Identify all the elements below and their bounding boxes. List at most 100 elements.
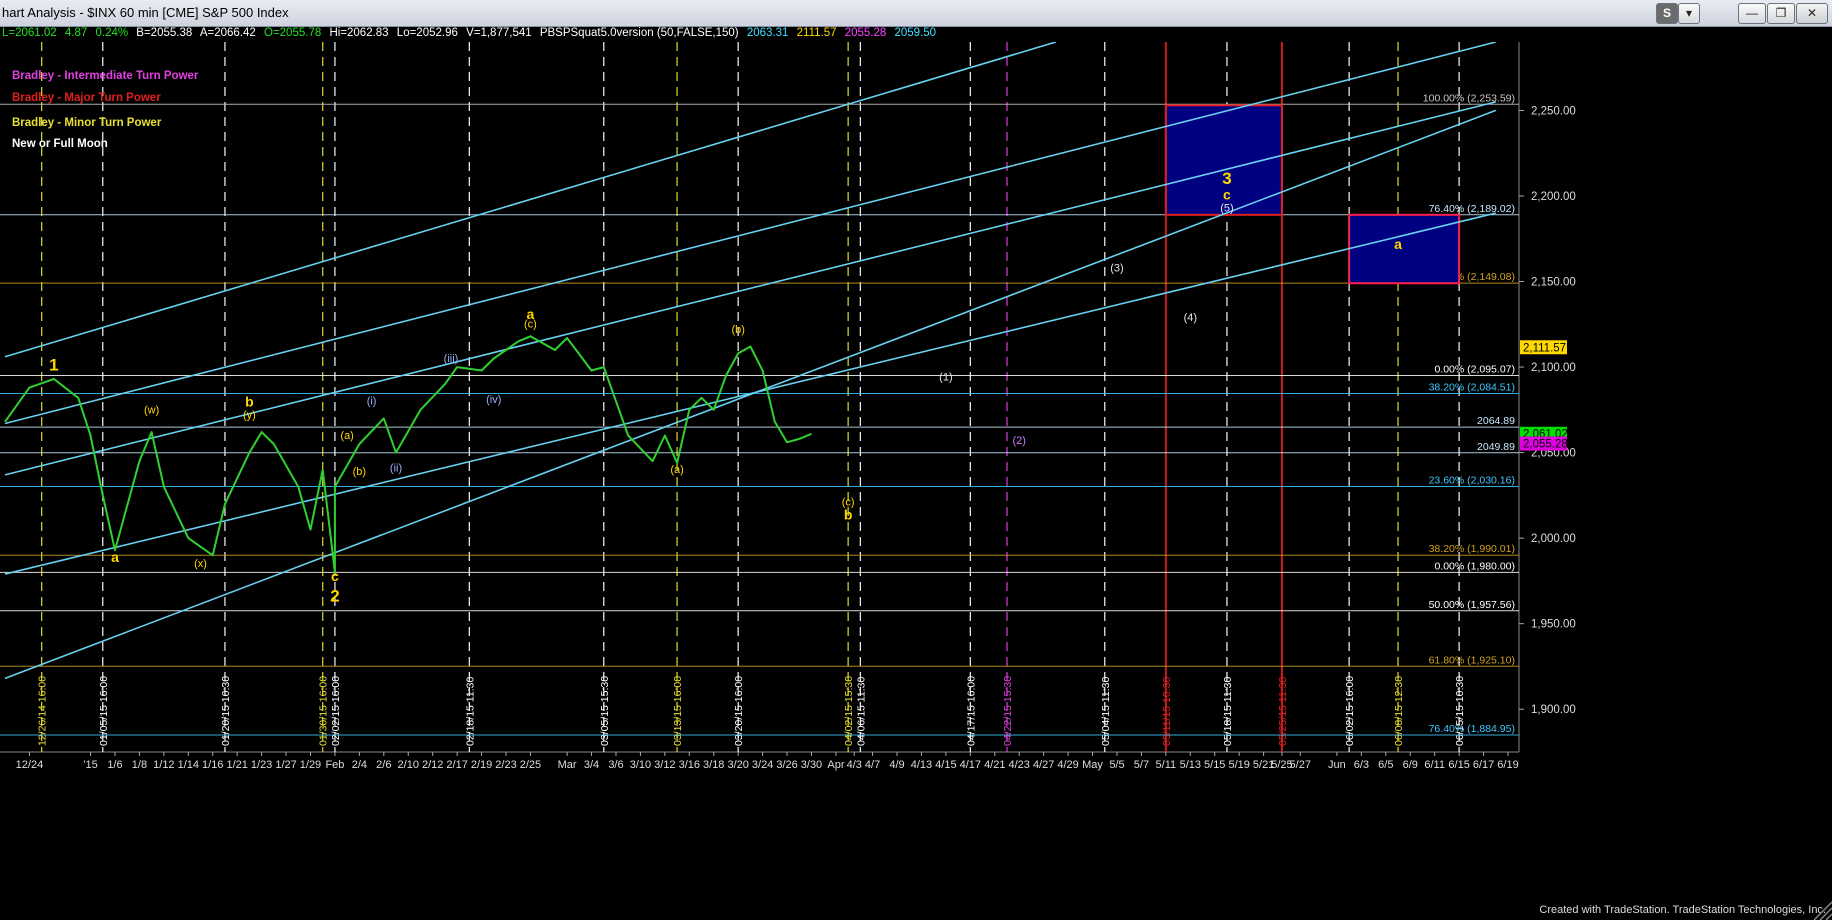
- wave-label: (w): [144, 404, 159, 416]
- vertical-marker-label: 02/18/15 11:30: [464, 677, 476, 746]
- resize-grip-icon[interactable]: [1806, 900, 1832, 920]
- x-tick-label: 6/9: [1403, 759, 1418, 771]
- indicator-value-4: 2059.50: [894, 27, 937, 39]
- indicator-value-1: 2063.31: [746, 27, 789, 39]
- fib-level-label: 23.60% (2,030.16): [1429, 475, 1515, 487]
- pct-change: 0.24%: [95, 27, 129, 39]
- vertical-marker-label: 05/18/15 11:30: [1222, 677, 1234, 746]
- wave-label: (x): [194, 558, 207, 570]
- x-tick-label: 1/23: [251, 759, 272, 771]
- x-tick-label: 2/17: [446, 759, 467, 771]
- x-tick-label: 3/12: [654, 759, 675, 771]
- x-tick-label: 2/10: [398, 759, 419, 771]
- x-tick-label: 6/11: [1424, 759, 1445, 771]
- x-tick-label: 4/9: [889, 759, 904, 771]
- x-tick-label: 4/29: [1057, 759, 1078, 771]
- wave-label: (5): [1220, 202, 1233, 214]
- x-tick-label: 1/21: [226, 759, 247, 771]
- x-tick-label: 6/5: [1378, 759, 1393, 771]
- wave-label: c: [1223, 186, 1231, 202]
- y-tick-label: 2,000.00: [1531, 533, 1576, 545]
- wave-label: (3): [1110, 262, 1123, 274]
- target-box: [1348, 213, 1461, 285]
- y-tick-label: 1,950.00: [1531, 619, 1576, 631]
- wave-label: b: [245, 393, 254, 409]
- wave-label: (b): [731, 324, 744, 336]
- vertical-marker-label: 05/11/15 10:30: [1161, 677, 1173, 746]
- fib-level-label: 100.00% (2,253.59): [1423, 92, 1515, 104]
- legend-major: Bradley - Major Turn Power: [12, 92, 161, 104]
- fib-level-label: 50.00% (1,957.56): [1429, 599, 1515, 611]
- price-chart[interactable]: 12/26/14 16:00 01/05/15 16:00 01/20/15 10:…: [0, 42, 1832, 904]
- x-tick-label: 6/17: [1473, 759, 1494, 771]
- net-change: 4.87: [64, 27, 88, 39]
- x-tick-label: Mar: [558, 759, 577, 771]
- x-tick-label: 3/6: [608, 759, 623, 771]
- x-tick-label: 6/3: [1354, 759, 1369, 771]
- x-tick-label: 1/29: [300, 759, 321, 771]
- window-title: hart Analysis - $INX 60 min [CME] S&P 50…: [2, 5, 289, 20]
- x-tick-label: 4/27: [1033, 759, 1054, 771]
- x-tick-label: Jun: [1328, 759, 1346, 771]
- s-button[interactable]: S: [1656, 3, 1678, 24]
- x-tick-label: 3/18: [703, 759, 724, 771]
- title-bar: hart Analysis - $INX 60 min [CME] S&P 50…: [0, 0, 1832, 27]
- x-tick-label: 2/6: [376, 759, 391, 771]
- x-tick-label: 4/13: [911, 759, 932, 771]
- bid: B=2055.38: [136, 27, 193, 39]
- x-tick-label: 4/15: [935, 759, 956, 771]
- open: O=2055.78: [264, 27, 322, 39]
- x-tick-label: 2/19: [471, 759, 492, 771]
- wave-label: (1): [939, 372, 952, 384]
- vertical-marker-label: 04/06/15 11:30: [855, 677, 867, 746]
- x-tick-label: 3/30: [801, 759, 822, 771]
- fib-level-label: 61.80% (1,925.10): [1429, 654, 1515, 666]
- fib-level-label: 0.00% (2,095.07): [1434, 363, 1515, 375]
- x-tick-label: 1/16: [202, 759, 223, 771]
- volume: V=1,877,541: [466, 27, 532, 39]
- x-tick-label: Apr: [827, 759, 844, 771]
- wave-label: (y): [243, 409, 256, 421]
- x-tick-label: 5/15: [1204, 759, 1225, 771]
- close-button[interactable]: ✕: [1796, 3, 1828, 24]
- x-tick-label: 4/23: [1009, 759, 1030, 771]
- x-tick-label: 2/4: [352, 759, 367, 771]
- wave-label: (b): [353, 466, 366, 478]
- price-tag-label: 2,055.28: [1523, 439, 1568, 451]
- dropdown-button[interactable]: ▾: [1678, 3, 1700, 24]
- x-tick-label: '15: [83, 759, 97, 771]
- vertical-marker-label: 05/04/15 11:30: [1100, 677, 1112, 746]
- low: Lo=2052.96: [396, 27, 458, 39]
- x-tick-label: 3/4: [584, 759, 599, 771]
- fib-level-label: 76.40% (1,884.95): [1429, 723, 1515, 735]
- price-tag-label: 2,111.57: [1523, 342, 1566, 354]
- fib-level-label: 76.40% (2,189.02): [1429, 203, 1515, 215]
- wave-label: (4): [1184, 312, 1197, 324]
- trend-channel-line: [4, 109, 1497, 680]
- ohlc-status-line: L=2061.02 4.87 0.24% B=2055.38 A=2066.42…: [2, 27, 941, 42]
- x-tick-label: 3/26: [776, 759, 797, 771]
- high: Hi=2062.83: [329, 27, 389, 39]
- wave-label: a: [1394, 236, 1402, 252]
- x-tick-label: 5/27: [1290, 759, 1311, 771]
- vertical-marker-label: 05/25/15 11:30: [1277, 677, 1289, 746]
- restore-button[interactable]: ❐: [1767, 3, 1795, 24]
- x-tick-label: 6/19: [1497, 759, 1518, 771]
- minimize-button[interactable]: —: [1738, 3, 1766, 24]
- x-tick-label: 2/12: [422, 759, 443, 771]
- wave-label: (iii): [444, 353, 459, 365]
- x-tick-label: 1/27: [275, 759, 296, 771]
- x-tick-label: 5/5: [1109, 759, 1124, 771]
- legend-intermediate: Bradley - Intermediate Turn Power: [12, 70, 199, 82]
- x-tick-label: 3/10: [630, 759, 651, 771]
- wave-label: (2): [1012, 435, 1025, 447]
- x-tick-label: 4/21: [984, 759, 1005, 771]
- x-tick-label: 3/24: [752, 759, 773, 771]
- legend-moon: New or Full Moon: [12, 138, 108, 150]
- fib-level-label: 2064.89: [1477, 415, 1515, 427]
- wave-label: (a): [340, 430, 353, 442]
- x-tick-label: 1/12: [153, 759, 174, 771]
- wave-label: (ii): [390, 462, 402, 474]
- fib-level-label: 0.00% (1,980.00): [1434, 560, 1515, 572]
- indicator-value-2: 2111.57: [796, 27, 837, 39]
